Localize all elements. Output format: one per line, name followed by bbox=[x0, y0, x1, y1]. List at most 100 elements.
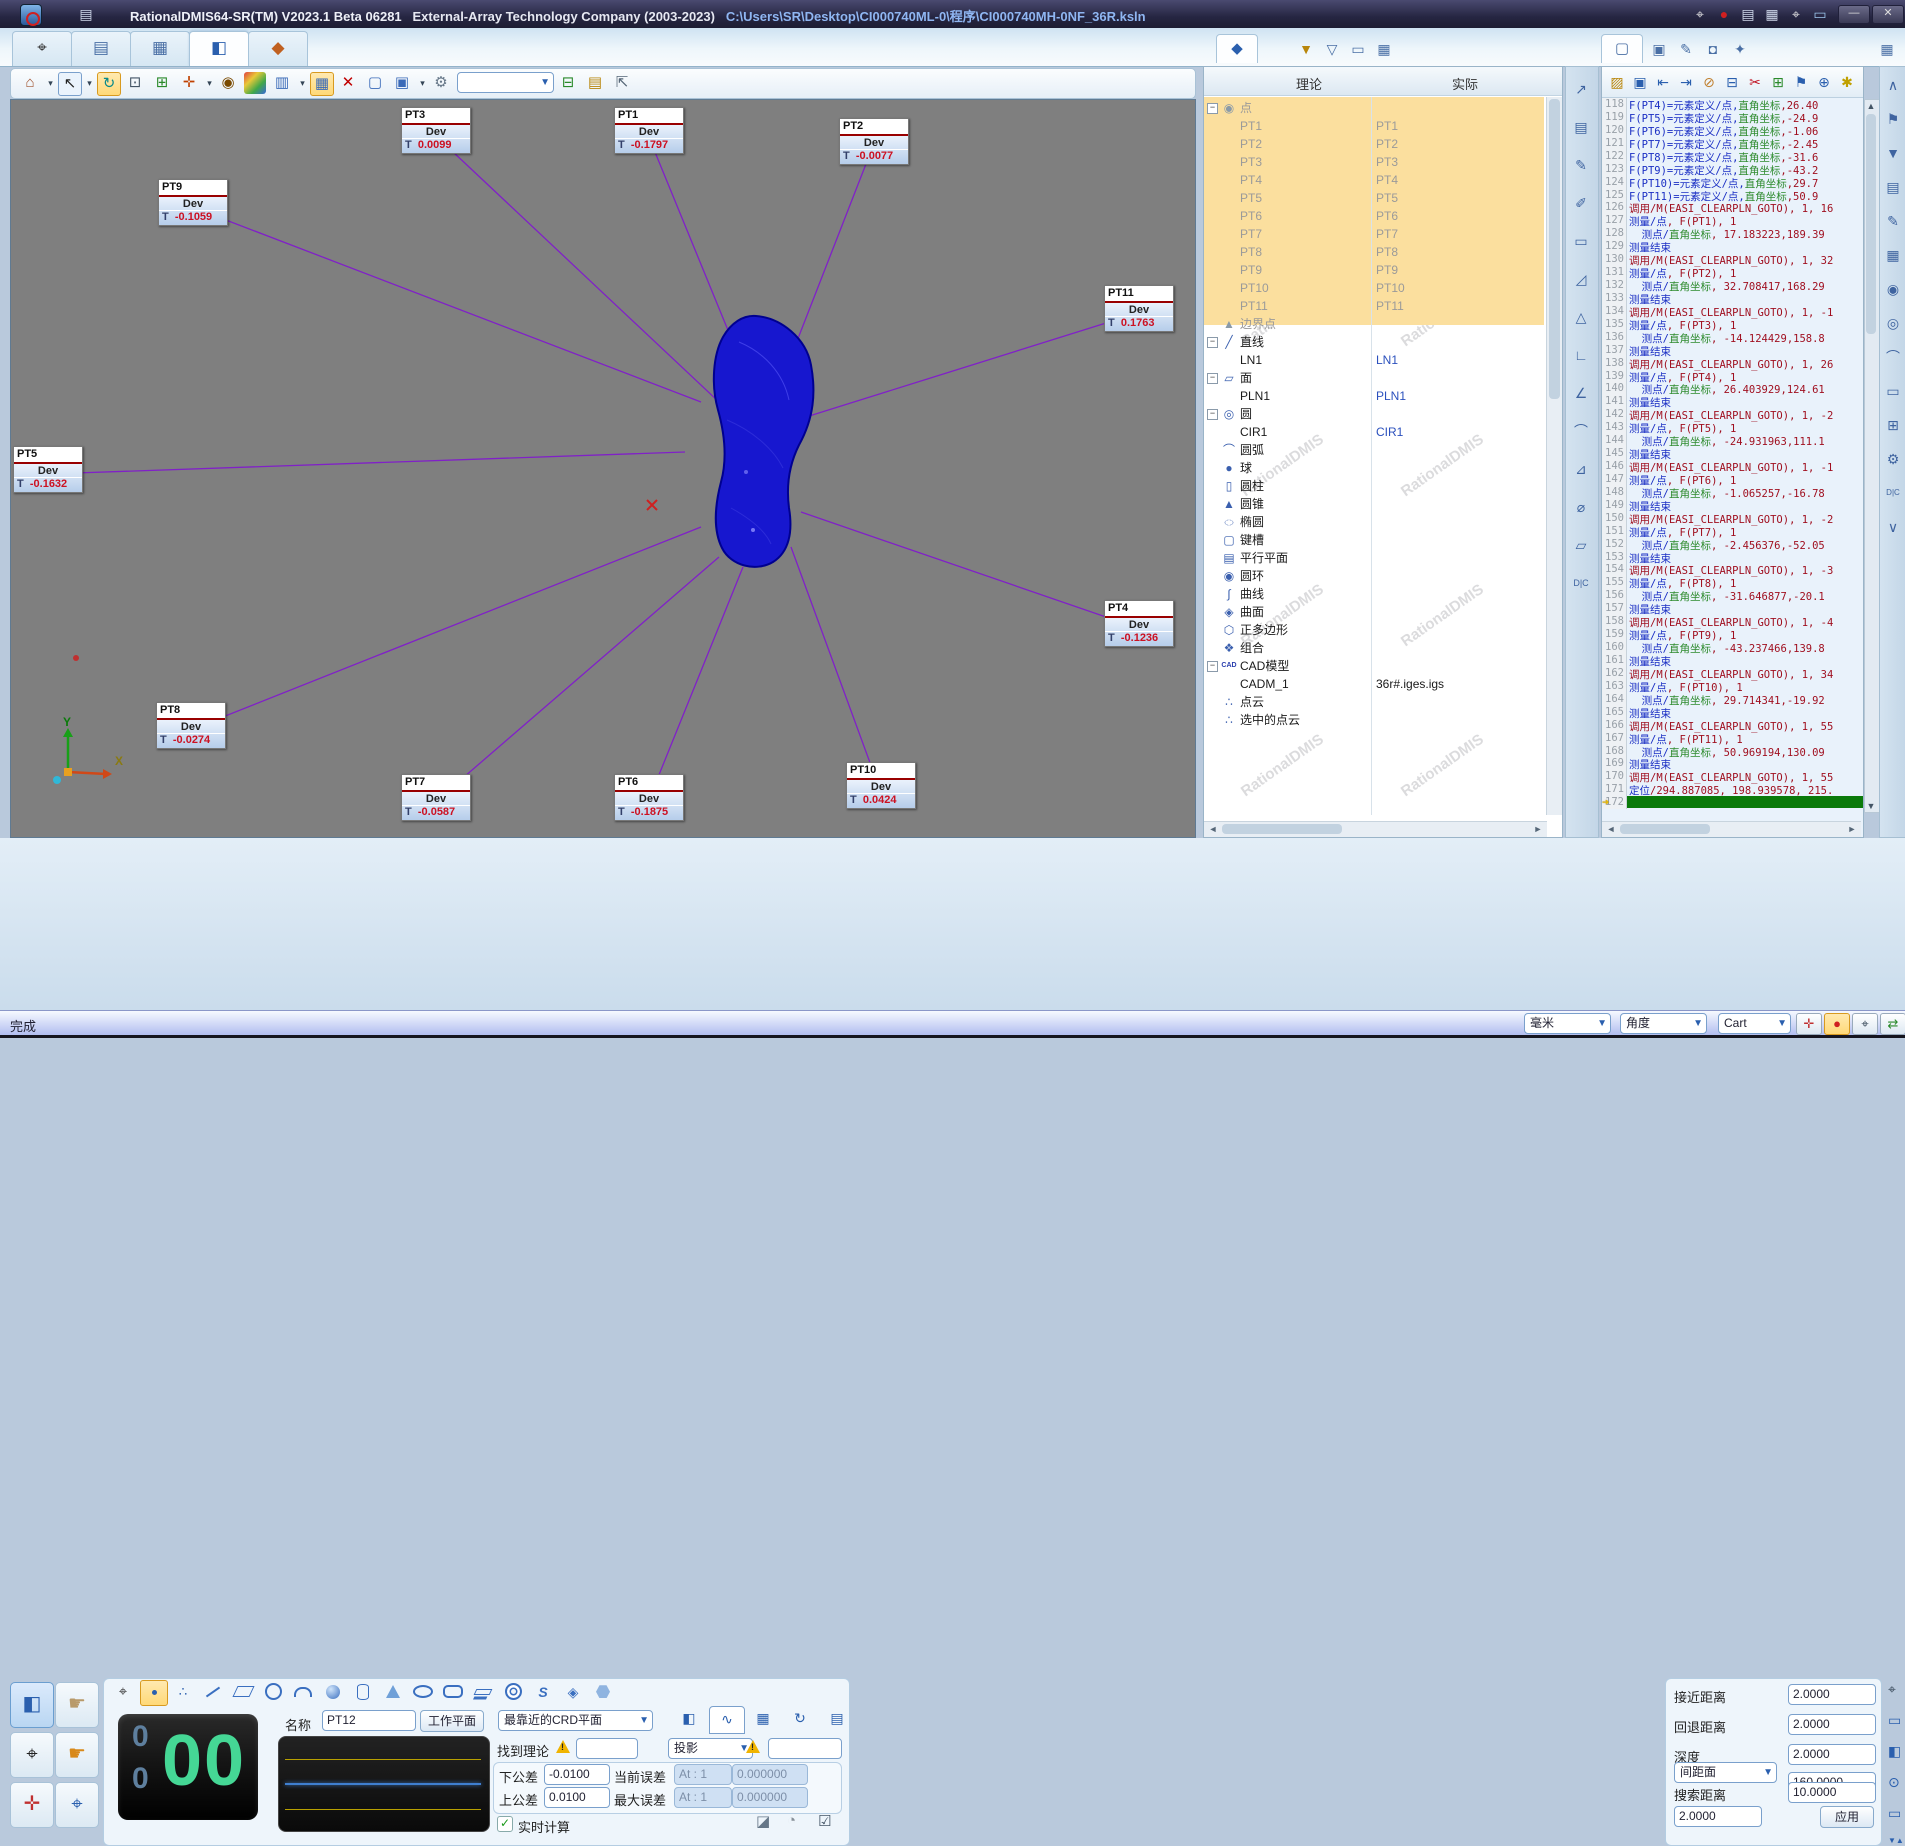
code-line-118[interactable]: 118F(PT4)=元素定义/点,直角坐标,26.40 bbox=[1602, 98, 1863, 111]
code-line-136[interactable]: 136 测点/直角坐标, -14.124429,158.8 bbox=[1602, 331, 1863, 344]
tree-row-pt5[interactable]: PT5PT5 bbox=[1204, 189, 1544, 207]
save-icon[interactable]: ▣ bbox=[1629, 71, 1651, 93]
camera-icon[interactable]: ◘ bbox=[1702, 38, 1724, 60]
delete-model-icon[interactable]: ✕ bbox=[337, 72, 359, 94]
code-line-121[interactable]: 121F(PT7)=元素定义/点,直角坐标,-2.45 bbox=[1602, 137, 1863, 150]
filter-y-icon[interactable]: ▽ bbox=[1321, 38, 1343, 60]
eye-icon[interactable]: ◉ bbox=[1881, 277, 1905, 301]
probe-button[interactable]: ⌖ bbox=[10, 1732, 54, 1778]
glove-button[interactable]: ☛ bbox=[55, 1732, 99, 1778]
code-line-154[interactable]: 154调用/M(EASI_CLEARPLN_GOTO), 1, -3 bbox=[1602, 563, 1863, 576]
projection-input[interactable] bbox=[768, 1738, 842, 1759]
tool-page-icon[interactable]: ▣ bbox=[1648, 38, 1670, 60]
cut-icon[interactable]: ✂ bbox=[1744, 71, 1766, 93]
tree-row-pt8[interactable]: PT8PT8 bbox=[1204, 243, 1544, 261]
3d-viewport[interactable]: Y X PT3DevT 0.0099PT1DevT -0.1797PT2DevT… bbox=[10, 99, 1196, 838]
code-line-151[interactable]: 151测量/点, F(PT7), 1 bbox=[1602, 525, 1863, 538]
circle-icon[interactable] bbox=[260, 1680, 286, 1704]
tree-row-曲面[interactable]: ◈曲面 bbox=[1204, 603, 1544, 621]
dc-compare-icon[interactable]: D|C bbox=[1569, 571, 1593, 595]
code-line-152[interactable]: 152 测点/直角坐标, -2.456376,-52.05 bbox=[1602, 538, 1863, 551]
funnel-icon[interactable]: ▼ bbox=[1881, 141, 1905, 165]
搜索距离-input[interactable] bbox=[1788, 1782, 1876, 1803]
tree-row-pt1[interactable]: PT1PT1 bbox=[1204, 117, 1544, 135]
alarm-icon[interactable]: ● bbox=[1714, 4, 1734, 24]
tree-row-圆弧[interactable]: ⌒圆弧 bbox=[1204, 441, 1544, 459]
grid-icon[interactable]: ▦ bbox=[1373, 38, 1395, 60]
expand-toggle-icon[interactable]: − bbox=[1207, 409, 1218, 420]
tab-graph[interactable]: ∿ bbox=[709, 1706, 745, 1734]
接近距离-input[interactable] bbox=[1788, 1684, 1876, 1705]
code-line-165[interactable]: 165测量结束 bbox=[1602, 706, 1863, 719]
code-line-127[interactable]: 127测量/点, F(PT1), 1 bbox=[1602, 214, 1863, 227]
tree-row-球[interactable]: ●球 bbox=[1204, 459, 1544, 477]
units-dropdown[interactable]: 毫米▼ bbox=[1524, 1013, 1611, 1034]
magnifier-icon[interactable]: ⊙ bbox=[1888, 1774, 1900, 1791]
polygon-icon[interactable] bbox=[590, 1680, 616, 1704]
code-line-146[interactable]: 146调用/M(EASI_CLEARPLN_GOTO), 1, -1 bbox=[1602, 460, 1863, 473]
tree-row-pt9[interactable]: PT9PT9 bbox=[1204, 261, 1544, 279]
hand-cursor-button[interactable]: ☛ bbox=[55, 1682, 99, 1728]
tree-row-pt2[interactable]: PT2PT2 bbox=[1204, 135, 1544, 153]
probe-tool-button[interactable]: ⌖ bbox=[55, 1782, 99, 1828]
monitor-icon[interactable]: ▭ bbox=[1888, 1712, 1901, 1729]
tab-render[interactable]: ◆ bbox=[248, 31, 308, 66]
deviation-label-pt1[interactable]: PT1DevT -0.1797 bbox=[614, 107, 684, 154]
tree-row-pt11[interactable]: PT11PT11 bbox=[1204, 297, 1544, 315]
tree-row-选中的点云[interactable]: ∴选中的点云 bbox=[1204, 711, 1544, 729]
new-item-icon[interactable]: ▢ bbox=[364, 72, 386, 94]
add-list-icon[interactable]: ⊕ bbox=[1813, 71, 1835, 93]
outdent-icon[interactable]: ⇤ bbox=[1652, 71, 1674, 93]
boundary-point-icon[interactable]: ∴ bbox=[170, 1680, 196, 1704]
minimize-button[interactable]: — bbox=[1838, 5, 1870, 24]
code-line-132[interactable]: 132 测点/直角坐标, 32.708417,168.29 bbox=[1602, 279, 1863, 292]
code-line-168[interactable]: 168 测点/直角坐标, 50.969194,130.09 bbox=[1602, 745, 1863, 758]
color-palette-icon[interactable] bbox=[244, 72, 266, 94]
code-line-134[interactable]: 134调用/M(EASI_CLEARPLN_GOTO), 1, -1 bbox=[1602, 305, 1863, 318]
axes-button[interactable]: ✛ bbox=[10, 1782, 54, 1828]
triangle-ruler-icon[interactable]: ◿ bbox=[1569, 267, 1593, 291]
tree-row-pt10[interactable]: PT10PT10 bbox=[1204, 279, 1544, 297]
cad-model-insole[interactable] bbox=[714, 316, 814, 567]
axes-triad-icon[interactable]: ✛ bbox=[178, 72, 200, 94]
code-line-148[interactable]: 148 测点/直角坐标, -1.065257,-16.78 bbox=[1602, 486, 1863, 499]
tree-row-点云[interactable]: ∴点云 bbox=[1204, 693, 1544, 711]
code-line-169[interactable]: 169测量结束 bbox=[1602, 757, 1863, 770]
open-folder-icon[interactable]: ▨ bbox=[1606, 71, 1628, 93]
caret-down-icon[interactable]: ▾ bbox=[205, 72, 214, 94]
expand-toggle-icon[interactable]: − bbox=[1207, 661, 1218, 672]
tree-row-面[interactable]: −▱面 bbox=[1204, 369, 1544, 387]
curve-icon[interactable]: S bbox=[530, 1680, 556, 1704]
tab-3d-view[interactable]: ◧ bbox=[189, 31, 249, 66]
code-line-135[interactable]: 135测量/点, F(PT3), 1 bbox=[1602, 318, 1863, 331]
parallel-planes-icon[interactable] bbox=[470, 1680, 496, 1704]
caret-down-icon[interactable]: ▾ bbox=[298, 72, 307, 94]
tree-row-pt3[interactable]: PT3PT3 bbox=[1204, 153, 1544, 171]
view-rotate-icon[interactable]: ↻ bbox=[97, 72, 121, 96]
point-icon[interactable] bbox=[140, 1680, 168, 1706]
tree-row-pt4[interactable]: PT4PT4 bbox=[1204, 171, 1544, 189]
ellipse-icon[interactable] bbox=[410, 1680, 436, 1704]
deviation-label-pt7[interactable]: PT7DevT -0.0587 bbox=[401, 774, 471, 821]
code-line-125[interactable]: 125F(PT11)=元素定义/点,直角坐标,50.9 bbox=[1602, 189, 1863, 202]
apply-button[interactable]: 应用 bbox=[1820, 1806, 1874, 1828]
deviation-label-pt11[interactable]: PT11DevT 0.1763 bbox=[1104, 285, 1174, 332]
monitor-icon[interactable]: ▭ bbox=[1347, 38, 1369, 60]
feature-name-input[interactable] bbox=[322, 1710, 416, 1731]
view-filter-combobox[interactable]: ▼ bbox=[457, 72, 554, 93]
tab-feature-cube[interactable]: ◧ bbox=[672, 1706, 706, 1732]
probe-pick-icon[interactable]: ⌖ bbox=[110, 1680, 136, 1704]
eraser-icon[interactable]: ◔ bbox=[787, 1812, 796, 1829]
expand-toggle-icon[interactable]: − bbox=[1207, 337, 1218, 348]
code-line-155[interactable]: 155测量/点, F(PT8), 1 bbox=[1602, 576, 1863, 589]
deviation-label-pt3[interactable]: PT3DevT 0.0099 bbox=[401, 107, 471, 154]
code-line-129[interactable]: 129测量结束 bbox=[1602, 240, 1863, 253]
code-line-139[interactable]: 139测量/点, F(PT4), 1 bbox=[1602, 370, 1863, 383]
probe-cursor-icon[interactable]: ⇱ bbox=[611, 72, 633, 94]
save-icon[interactable]: ▣ bbox=[391, 72, 413, 94]
code-line-166[interactable]: 166调用/M(EASI_CLEARPLN_GOTO), 1, 55 bbox=[1602, 719, 1863, 732]
plane-icon[interactable] bbox=[230, 1680, 256, 1704]
book-icon[interactable]: ▤ bbox=[1881, 175, 1905, 199]
tree-vertical-scrollbar[interactable] bbox=[1546, 97, 1562, 815]
deviation-label-pt2[interactable]: PT2DevT -0.0077 bbox=[839, 118, 909, 165]
